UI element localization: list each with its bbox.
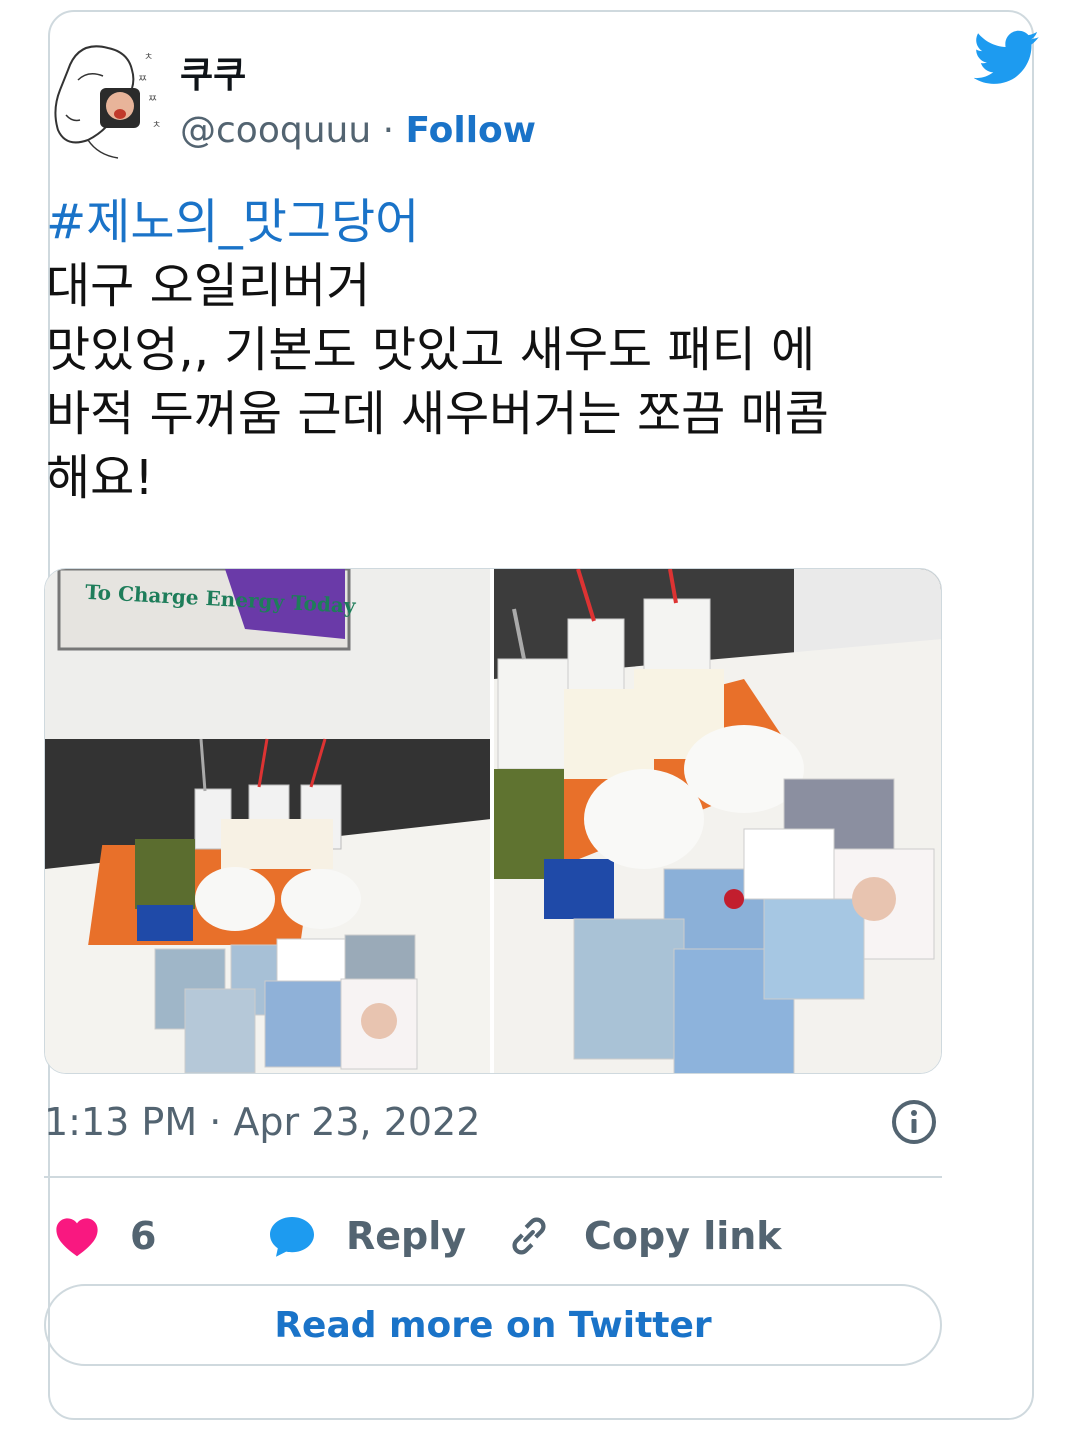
- info-icon[interactable]: [890, 1098, 938, 1146]
- time-separator: ·: [197, 1100, 234, 1144]
- tweet-line: 해요!: [46, 450, 154, 506]
- display-name[interactable]: 쿠쿠: [180, 46, 246, 98]
- reply-label: Reply: [346, 1214, 467, 1258]
- reply-icon: [270, 1217, 314, 1257]
- tweet-date[interactable]: Apr 23, 2022: [233, 1100, 480, 1144]
- reply-button[interactable]: Reply: [268, 1206, 466, 1266]
- action-bar: 6 Reply Copy link: [44, 1206, 942, 1266]
- svg-text:ㅉ: ㅉ: [138, 74, 147, 85]
- svg-text:ㅊ: ㅊ: [144, 52, 153, 63]
- read-more-button[interactable]: Read more on Twitter: [44, 1284, 942, 1366]
- tweet-line: 맛있엉,, 기본도 맛있고 새우도 패티 에: [46, 322, 816, 378]
- like-button[interactable]: 6: [54, 1206, 156, 1266]
- like-count: 6: [130, 1214, 157, 1258]
- tweet-text: #제노의_맛그당어 대구 오일리버거 맛있엉,, 기본도 맛있고 새우도 패티 …: [46, 190, 946, 510]
- tweet-line: 대구 오일리버거: [46, 258, 371, 314]
- svg-text:ㅊ: ㅊ: [152, 120, 161, 131]
- hashtag-link[interactable]: #제노의_맛그당어: [46, 190, 946, 254]
- twitter-bird-icon[interactable]: [973, 30, 1040, 86]
- copy-link-button[interactable]: Copy link: [506, 1206, 782, 1266]
- timestamp[interactable]: 1:13 PM · Apr 23, 2022: [44, 1100, 480, 1144]
- photo-left[interactable]: To Charge Energy Today: [45, 569, 490, 1073]
- tweet-line: 바적 두꺼움 근데 새우버거는 쪼끔 매콤: [46, 386, 829, 442]
- follow-button[interactable]: Follow: [406, 110, 537, 151]
- avatar[interactable]: ㅊ ㅉ ㅉ ㅊ: [48, 30, 168, 170]
- divider: [44, 1176, 942, 1178]
- copy-link-label: Copy link: [584, 1214, 782, 1258]
- heart-icon: [56, 1218, 98, 1257]
- handle-row: @cooquuu · Follow: [180, 110, 536, 151]
- media-grid: To Charge Energy Today: [44, 568, 942, 1074]
- svg-text:ㅉ: ㅉ: [148, 94, 157, 105]
- tweet-time[interactable]: 1:13 PM: [44, 1100, 197, 1144]
- photo-right[interactable]: [494, 569, 941, 1073]
- handle[interactable]: @cooquuu: [180, 110, 371, 151]
- link-icon: [512, 1217, 546, 1255]
- handle-separator: ·: [371, 110, 406, 151]
